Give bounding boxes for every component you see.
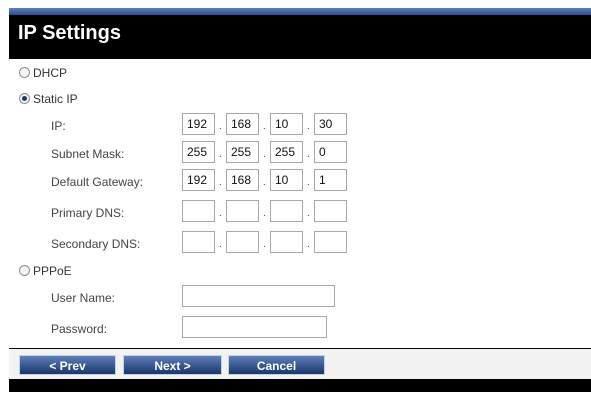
static-ip-row[interactable]: Static IP: [9, 87, 591, 111]
secondary-dns-label: Secondary DNS:: [51, 237, 141, 251]
wizard-frame: IP Settings DHCP Static IP IP: . . . Sub…: [9, 8, 591, 392]
primary-dns-octet-3[interactable]: [270, 200, 303, 222]
ip-octet-4[interactable]: [314, 113, 347, 135]
default-gateway-label: Default Gateway:: [51, 175, 144, 189]
page-title: IP Settings: [18, 22, 121, 44]
username-label: User Name:: [51, 291, 116, 305]
gateway-octet-3[interactable]: [270, 169, 303, 191]
ip-octet-1[interactable]: [182, 113, 215, 135]
ip-octet-2[interactable]: [226, 113, 259, 135]
ip-dot-3: .: [307, 121, 310, 132]
secondary-dns-dot-2: .: [263, 239, 266, 250]
secondary-dns-octet-3[interactable]: [270, 231, 303, 253]
subnet-mask-label: Subnet Mask:: [51, 147, 125, 161]
username-row: User Name:: [9, 285, 591, 309]
subnet-dot-1: .: [219, 149, 222, 160]
primary-dns-dot-3: .: [307, 208, 310, 219]
pppoe-label: PPPoE: [33, 264, 72, 278]
gateway-octet-4[interactable]: [314, 169, 347, 191]
primary-dns-octet-1[interactable]: [182, 200, 215, 222]
gateway-octet-1[interactable]: [182, 169, 215, 191]
username-input[interactable]: [182, 285, 335, 307]
password-label: Password:: [51, 322, 108, 336]
settings-panel: DHCP Static IP IP: . . . Subnet Mask: . …: [9, 59, 591, 348]
secondary-dns-dot-1: .: [219, 239, 222, 250]
subnet-mask-row: Subnet Mask: . . .: [9, 141, 591, 165]
static-ip-label: Static IP: [33, 92, 78, 106]
cancel-button[interactable]: Cancel: [228, 355, 325, 375]
password-row: Password:: [9, 316, 591, 340]
pppoe-radio[interactable]: [19, 265, 30, 276]
secondary-dns-octet-1[interactable]: [182, 231, 215, 253]
secondary-dns-octet-2[interactable]: [226, 231, 259, 253]
gateway-dot-1: .: [219, 177, 222, 188]
static-ip-radio[interactable]: [19, 93, 30, 104]
ip-octet-3[interactable]: [270, 113, 303, 135]
secondary-dns-dot-3: .: [307, 239, 310, 250]
default-gateway-row: Default Gateway: . . .: [9, 169, 591, 193]
gateway-octet-2[interactable]: [226, 169, 259, 191]
primary-dns-octet-4[interactable]: [314, 200, 347, 222]
primary-dns-label: Primary DNS:: [51, 206, 125, 220]
button-bar: < Prev Next > Cancel: [9, 349, 591, 379]
gateway-dot-2: .: [263, 177, 266, 188]
dhcp-radio[interactable]: [19, 67, 30, 78]
subnet-octet-3[interactable]: [270, 141, 303, 163]
subnet-dot-2: .: [263, 149, 266, 160]
pppoe-row[interactable]: PPPoE: [9, 259, 591, 283]
primary-dns-dot-1: .: [219, 208, 222, 219]
primary-dns-row: Primary DNS: . . .: [9, 200, 591, 224]
prev-button[interactable]: < Prev: [19, 355, 116, 375]
secondary-dns-octet-4[interactable]: [314, 231, 347, 253]
gateway-dot-3: .: [307, 177, 310, 188]
header-accent-line: [9, 8, 591, 15]
dhcp-label: DHCP: [33, 66, 68, 80]
primary-dns-dot-2: .: [263, 208, 266, 219]
primary-dns-octet-2[interactable]: [226, 200, 259, 222]
next-button[interactable]: Next >: [123, 355, 222, 375]
subnet-dot-3: .: [307, 149, 310, 160]
ip-dot-1: .: [219, 121, 222, 132]
subnet-octet-1[interactable]: [182, 141, 215, 163]
password-input[interactable]: [182, 316, 327, 338]
subnet-octet-4[interactable]: [314, 141, 347, 163]
ip-label: IP:: [51, 119, 66, 133]
ip-row: IP: . . .: [9, 113, 591, 137]
subnet-octet-2[interactable]: [226, 141, 259, 163]
dhcp-row[interactable]: DHCP: [9, 61, 591, 85]
secondary-dns-row: Secondary DNS: . . .: [9, 231, 591, 255]
ip-dot-2: .: [263, 121, 266, 132]
